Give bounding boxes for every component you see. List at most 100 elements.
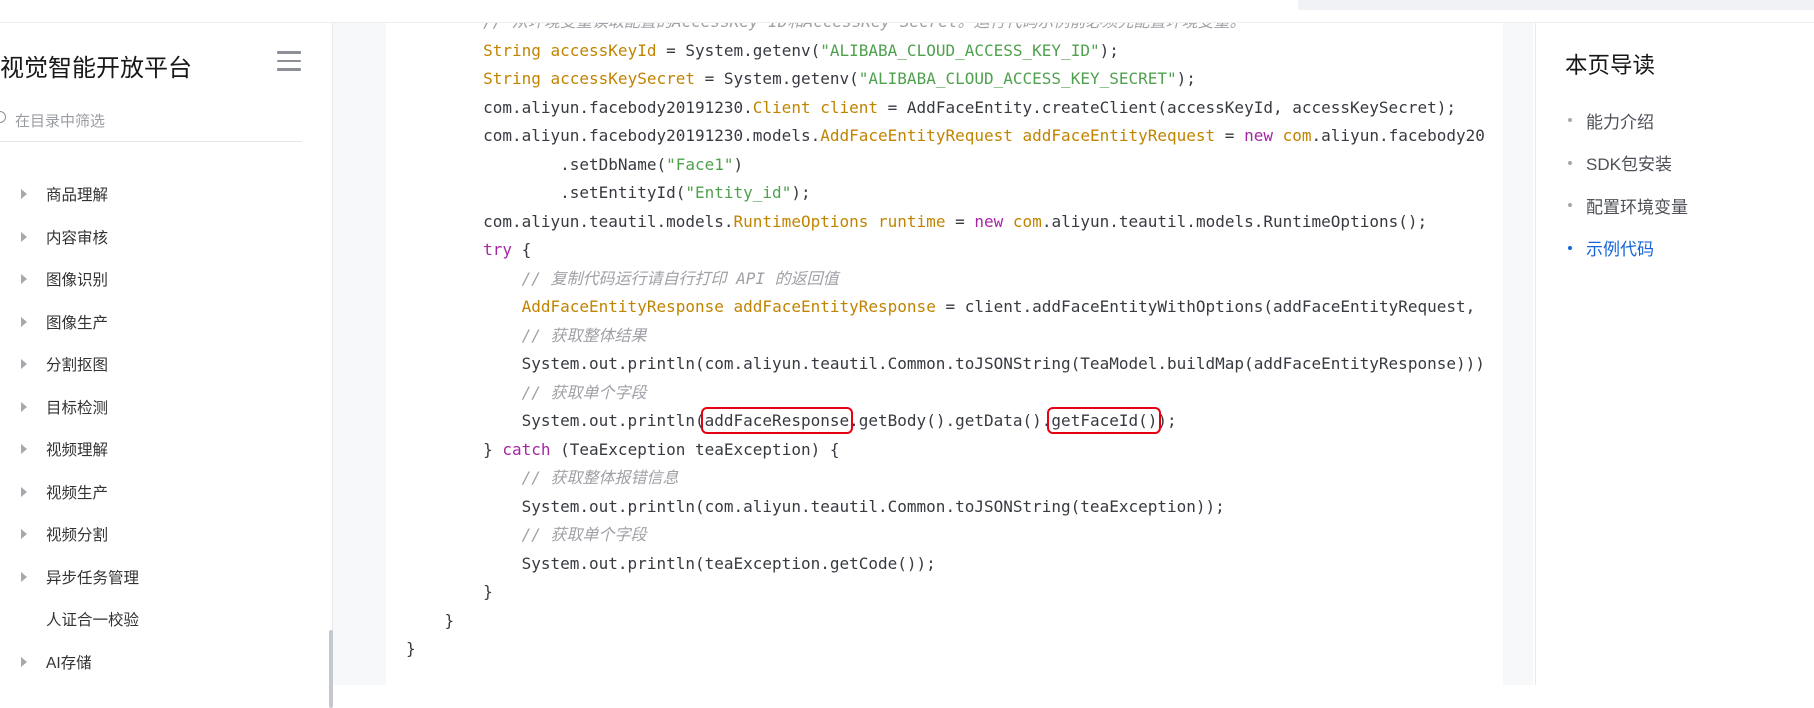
main-content: // 从环境变量读取配置的AccessKey ID和AccessKey Secr…: [333, 23, 1533, 685]
sidebar-item[interactable]: 图像识别: [0, 258, 330, 301]
toc-item[interactable]: 配置环境变量: [1536, 184, 1814, 227]
code-token: .aliyun.facebody20: [1311, 126, 1485, 145]
sidebar-item[interactable]: 内容审核: [0, 216, 330, 259]
code-text: // 从环境变量读取配置的AccessKey ID和AccessKey Secr…: [406, 23, 1485, 664]
sidebar-item-label: 图像生产: [46, 314, 109, 332]
sidebar-item-label: 视频分割: [46, 527, 109, 545]
code-token: catch: [502, 439, 551, 459]
caret-right-icon[interactable]: [21, 529, 27, 540]
search-icon: [0, 111, 6, 123]
code-token: // 获取整体结果: [521, 325, 647, 345]
code-token: runtime: [878, 211, 946, 231]
hamburger-menu-icon[interactable]: [277, 51, 301, 71]
caret-right-icon[interactable]: [21, 401, 27, 412]
sidebar-item[interactable]: 人证合一校验: [0, 598, 330, 641]
sidebar-item[interactable]: 商品理解: [0, 173, 330, 216]
code-line: // 获取整体报错信息: [406, 468, 679, 487]
code-token: = System.getenv(: [695, 69, 859, 88]
code-line: }: [406, 582, 493, 601]
code-token: System.out.println(com.aliyun.teautil.Co…: [406, 354, 1485, 373]
caret-right-icon[interactable]: [21, 189, 27, 200]
caret-right-icon[interactable]: [21, 316, 27, 327]
sidebar-item-label: 目标检测: [46, 399, 109, 417]
code-token: }: [406, 610, 455, 630]
code-line: System.out.println(teaException.getCode(…: [406, 554, 936, 573]
code-line: com.aliyun.facebody20191230.models.AddFa…: [406, 126, 1485, 145]
caret-right-icon[interactable]: [21, 274, 27, 285]
sidebar-item[interactable]: 图像生产: [0, 301, 330, 344]
code-token: addFaceEntityRequest: [1022, 126, 1216, 145]
code-token: );: [1099, 40, 1119, 60]
toc-item[interactable]: SDK包安装: [1536, 142, 1814, 185]
code-token: );: [1157, 411, 1177, 430]
catalog-filter-input[interactable]: [15, 109, 295, 133]
caret-right-icon[interactable]: [21, 231, 27, 242]
code-token: );: [1176, 69, 1196, 88]
sidebar-item[interactable]: 异步任务管理: [0, 556, 330, 599]
sidebar-item-label: 人证合一校验: [46, 612, 140, 630]
highlighted-code-token: getFaceId(): [1047, 407, 1162, 434]
code-token: accessKeySecret: [550, 69, 696, 88]
sidebar-item-label: 异步任务管理: [46, 569, 140, 587]
code-token: .aliyun.teautil.models.RuntimeOptions();: [1041, 211, 1428, 231]
code-token: AddFaceEntityRequest: [820, 126, 1013, 145]
code-token: try: [483, 240, 512, 259]
bullet-icon: [1568, 245, 1572, 250]
caret-right-icon[interactable]: [21, 359, 27, 370]
bullet-icon: [1568, 118, 1572, 123]
sidebar-item[interactable]: 视频分割: [0, 513, 330, 556]
bullet-icon: [1568, 160, 1572, 165]
sidebar-item-label: 内容审核: [46, 229, 109, 247]
sidebar-item[interactable]: 视频理解: [0, 428, 330, 471]
code-line: try {: [406, 240, 531, 259]
caret-right-icon[interactable]: [21, 444, 27, 455]
code-token: RuntimeOptions: [733, 211, 869, 231]
code-token: // 获取整体报错信息: [521, 468, 679, 487]
code-token: }: [406, 439, 503, 459]
code-token: String: [483, 69, 541, 88]
code-token: (TeaException teaException) {: [550, 439, 840, 459]
code-token: = AddFaceEntity.createClient(accessKeyId…: [878, 97, 1456, 117]
code-token: System.out.println(com.aliyun.teautil.Co…: [406, 496, 1225, 516]
code-line: .setDbName("Face1"): [406, 155, 743, 174]
code-token: ): [733, 154, 744, 174]
code-token: );: [791, 183, 811, 202]
toc-item[interactable]: 示例代码: [1536, 227, 1814, 270]
code-token: com: [1012, 211, 1042, 231]
sidebar-item[interactable]: 分割抠图: [0, 343, 330, 386]
page-toc: 本页导读 能力介绍 SDK包安装 配置环境变量 示例代码: [1535, 23, 1814, 685]
code-token: "Face1": [666, 154, 734, 174]
code-token: com.aliyun.facebody20191230.models.: [406, 126, 821, 145]
code-token: System.out.println(: [406, 411, 705, 430]
code-token: .getBody().getData().: [849, 411, 1052, 430]
caret-right-icon[interactable]: [21, 486, 27, 497]
toc-item-label: 配置环境变量: [1586, 197, 1688, 217]
toc-item-label: SDK包安装: [1586, 155, 1672, 175]
code-line: // 获取整体结果: [406, 326, 647, 345]
code-line: System.out.println(com.aliyun.teautil.Co…: [406, 354, 1485, 373]
sidebar-item[interactable]: AI存储: [0, 641, 330, 684]
code-token: .setDbName(: [406, 154, 667, 174]
caret-right-icon[interactable]: [21, 571, 27, 582]
code-token: AddFaceEntityResponse: [521, 297, 724, 316]
code-line: String accessKeySecret = System.getenv("…: [406, 69, 1196, 88]
code-token: =: [1215, 126, 1245, 145]
caret-right-icon[interactable]: [21, 656, 27, 667]
sidebar-item-label: 视频生产: [46, 484, 109, 502]
code-token: {: [511, 240, 532, 259]
sidebar-item[interactable]: 视频生产: [0, 471, 330, 514]
code-token: // 获取单个字段: [521, 382, 647, 402]
toc-item[interactable]: 能力介绍: [1536, 99, 1814, 142]
sidebar-item[interactable]: 目标检测: [0, 386, 330, 429]
global-search-box[interactable]: [1298, 0, 1814, 10]
